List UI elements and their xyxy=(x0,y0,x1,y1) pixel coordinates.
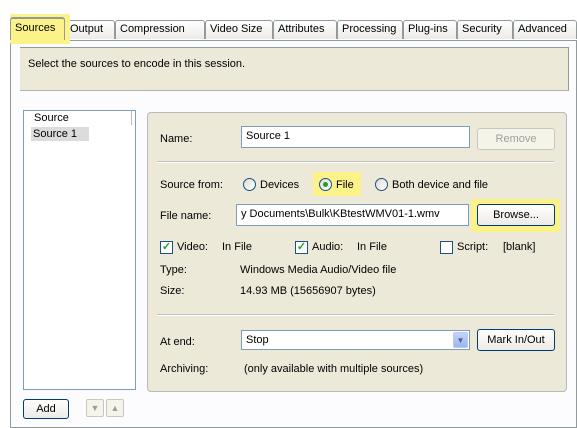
source-from-label: Source from: xyxy=(160,179,223,191)
tab-advanced[interactable]: Advanced xyxy=(513,20,577,39)
tab-compression[interactable]: Compression xyxy=(115,20,205,39)
separator xyxy=(157,314,554,316)
script-checkbox[interactable] xyxy=(440,241,453,254)
devices-radio[interactable] xyxy=(243,178,256,191)
tab-security[interactable]: Security xyxy=(457,20,513,39)
list-item[interactable]: Source 1 xyxy=(31,127,89,141)
source-list[interactable]: Source Source 1 xyxy=(23,110,136,390)
archiving-value: (only available with multiple sources) xyxy=(244,363,424,375)
video-label[interactable]: Video: xyxy=(177,241,208,253)
checkmark-icon: ✓ xyxy=(296,241,307,253)
source-list-header[interactable]: Source xyxy=(24,111,132,125)
mark-in-out-button[interactable]: Mark In/Out xyxy=(477,329,555,351)
tab-output[interactable]: Output xyxy=(65,20,115,39)
at-end-select[interactable]: Stop ▼ xyxy=(241,330,470,350)
browse-button[interactable]: Browse... xyxy=(477,204,555,226)
tab-attributes[interactable]: Attributes xyxy=(273,20,337,39)
name-label: Name: xyxy=(160,133,193,145)
both-radio-label[interactable]: Both device and file xyxy=(392,179,488,191)
remove-button[interactable]: Remove xyxy=(477,128,555,150)
devices-radio-label[interactable]: Devices xyxy=(260,179,299,191)
file-radio[interactable] xyxy=(319,178,332,191)
description-text: Select the sources to encode in this ses… xyxy=(28,58,246,70)
tab-video-size[interactable]: Video Size xyxy=(205,20,273,39)
video-value: In File xyxy=(222,241,252,253)
archiving-label: Archiving: xyxy=(160,363,209,375)
name-input[interactable]: Source 1 xyxy=(241,126,470,148)
tab-bar: Sources Output Compression Video Size At… xyxy=(10,17,577,40)
size-label: Size: xyxy=(160,285,185,297)
separator xyxy=(157,161,554,163)
tab-processing[interactable]: Processing xyxy=(337,20,403,39)
down-triangle-icon: ▼ xyxy=(90,403,100,413)
tab-plug-ins[interactable]: Plug-ins xyxy=(403,20,457,39)
size-value: 14.93 MB (15656907 bytes) xyxy=(240,285,376,297)
up-triangle-icon: ▲ xyxy=(110,403,120,413)
at-end-label: At end: xyxy=(160,336,195,348)
description-box: Select the sources to encode in this ses… xyxy=(20,47,569,91)
script-label[interactable]: Script: xyxy=(457,241,488,253)
file-radio-label[interactable]: File xyxy=(336,179,354,191)
type-value: Windows Media Audio/Video file xyxy=(240,264,397,276)
move-up-button[interactable]: ▲ xyxy=(106,399,124,417)
audio-value: In File xyxy=(357,241,387,253)
audio-label[interactable]: Audio: xyxy=(312,241,343,253)
dropdown-arrow-icon[interactable]: ▼ xyxy=(453,332,468,348)
both-radio[interactable] xyxy=(375,178,388,191)
at-end-selected-value: Stop xyxy=(246,334,269,346)
script-value: [blank] xyxy=(503,241,536,253)
checkmark-icon: ✓ xyxy=(161,241,172,253)
type-label: Type: xyxy=(160,264,187,276)
video-checkbox[interactable]: ✓ xyxy=(160,241,173,254)
file-name-input[interactable]: y Documents\Bulk\KBtestWMV01-1.wmv xyxy=(236,204,469,226)
move-down-button[interactable]: ▼ xyxy=(86,399,104,417)
tab-sources[interactable]: Sources xyxy=(10,17,65,40)
file-name-label: File name: xyxy=(160,210,212,222)
audio-checkbox[interactable]: ✓ xyxy=(295,241,308,254)
add-button[interactable]: Add xyxy=(23,399,69,419)
